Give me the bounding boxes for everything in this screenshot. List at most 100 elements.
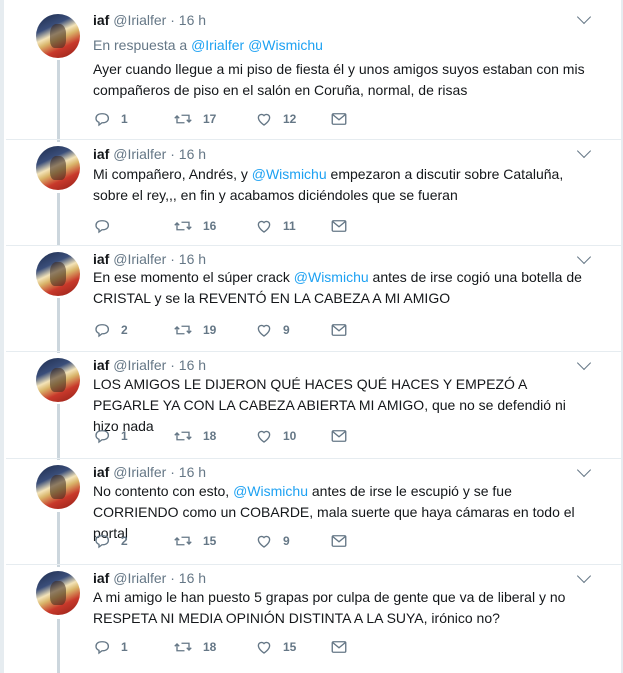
author-handle[interactable]: @Irialfer <box>113 570 166 586</box>
heart-icon <box>257 220 271 233</box>
tweet-text-content: LOS AMIGOS LE DIJERON QUÉ HACES QUÉ HACE… <box>93 376 566 434</box>
author-name[interactable]: iaf <box>93 464 109 480</box>
heart-icon <box>257 641 271 654</box>
avatar[interactable] <box>36 146 80 190</box>
retweet-button[interactable]: 18 <box>173 638 216 656</box>
envelope-icon <box>331 220 347 232</box>
like-button[interactable]: 9 <box>255 321 290 339</box>
envelope-icon <box>331 324 347 336</box>
direct-message-button[interactable] <box>330 427 348 445</box>
chevron-down-icon[interactable] <box>576 462 592 478</box>
chevron-down-icon[interactable] <box>576 249 592 265</box>
like-button[interactable]: 11 <box>255 217 296 235</box>
like-count: 11 <box>283 219 296 233</box>
direct-message-button[interactable] <box>330 532 348 550</box>
tweet-text-content: Ayer cuando llegue a mi piso de fiesta é… <box>93 61 585 98</box>
retweet-count: 19 <box>203 323 217 337</box>
avatar[interactable] <box>36 252 80 296</box>
chevron-down-icon[interactable] <box>576 355 592 371</box>
retweet-icon <box>174 431 192 441</box>
tweet-timestamp[interactable]: 16 h <box>179 357 206 373</box>
direct-message-button[interactable] <box>330 638 348 656</box>
reply-button[interactable] <box>93 217 121 235</box>
chevron-down-icon[interactable] <box>576 9 592 25</box>
reply-context: En respuesta a @Irialfer @Wismichu <box>93 37 323 53</box>
tweet[interactable]: iaf @Irialfer · 16 h En ese momento el s… <box>0 246 623 352</box>
reply-count: 2 <box>121 534 128 548</box>
tweet[interactable]: iaf @Irialfer · 16 h LOS AMIGOS LE DIJER… <box>0 352 623 459</box>
like-button[interactable]: 9 <box>255 532 290 550</box>
like-button[interactable]: 10 <box>255 427 296 445</box>
tweet[interactable]: iaf @Irialfer · 16 h No contento con est… <box>0 459 623 565</box>
envelope-icon <box>331 641 347 653</box>
like-button[interactable]: 15 <box>255 638 296 656</box>
heart-icon <box>257 535 271 548</box>
tweet-timestamp[interactable]: 16 h <box>179 570 206 586</box>
reply-button[interactable]: 1 <box>93 110 128 128</box>
heart-icon <box>257 324 271 337</box>
direct-message-button[interactable] <box>330 217 348 235</box>
author-handle[interactable]: @Irialfer <box>113 146 166 162</box>
retweet-button[interactable]: 17 <box>173 110 216 128</box>
tweet-text-content: No contento con esto, <box>93 483 234 499</box>
reply-context-label: En respuesta a <box>93 37 188 53</box>
tweet-text-content: En ese momento el súper crack <box>93 269 294 285</box>
reply-mention[interactable]: @Irialfer <box>191 37 244 53</box>
author-name[interactable]: iaf <box>93 251 109 267</box>
reply-button[interactable]: 1 <box>93 638 128 656</box>
author-name[interactable]: iaf <box>93 12 109 28</box>
tweet-header: iaf @Irialfer · 16 h <box>93 12 207 28</box>
retweet-button[interactable]: 15 <box>173 532 216 550</box>
reply-button[interactable]: 1 <box>93 427 128 445</box>
like-count: 12 <box>283 112 297 126</box>
tweet-header: iaf @Irialfer · 16 h <box>93 146 207 162</box>
reply-button[interactable]: 2 <box>93 321 128 339</box>
retweet-count: 16 <box>203 219 217 233</box>
tweet-mention[interactable]: @Wismichu <box>252 166 327 182</box>
direct-message-button[interactable] <box>330 110 348 128</box>
author-name[interactable]: iaf <box>93 570 109 586</box>
tweet[interactable]: iaf @Irialfer · 16 h A mi amigo le han p… <box>0 565 623 673</box>
tweet-text: Mi compañero, Andrés, y @Wismichu empeza… <box>93 164 593 206</box>
retweet-count: 15 <box>203 534 217 548</box>
tweet-header: iaf @Irialfer · 16 h <box>93 251 207 267</box>
retweet-count: 18 <box>203 429 217 443</box>
tweet-timestamp[interactable]: 16 h <box>179 12 206 28</box>
tweet-text: En ese momento el súper crack @Wismichu … <box>93 267 593 309</box>
retweet-icon <box>174 221 192 231</box>
reply-mention[interactable]: @Wismichu <box>248 37 323 53</box>
retweet-button[interactable]: 18 <box>173 427 216 445</box>
tweet-timestamp[interactable]: 16 h <box>179 251 206 267</box>
like-button[interactable]: 12 <box>255 110 296 128</box>
tweet-timestamp[interactable]: 16 h <box>179 146 206 162</box>
author-name[interactable]: iaf <box>93 357 109 373</box>
tweet[interactable]: iaf @Irialfer · 16 h En respuesta a @Iri… <box>0 0 623 140</box>
avatar[interactable] <box>36 358 80 402</box>
retweet-button[interactable]: 19 <box>173 321 216 339</box>
author-handle[interactable]: @Irialfer <box>113 12 166 28</box>
author-handle[interactable]: @Irialfer <box>113 251 166 267</box>
retweet-icon <box>174 642 192 652</box>
tweet-text-content: Mi compañero, Andrés, y <box>93 166 252 182</box>
direct-message-button[interactable] <box>330 321 348 339</box>
envelope-icon <box>331 430 347 442</box>
tweet-mention[interactable]: @Wismichu <box>233 483 308 499</box>
tweet-text: A mi amigo le han puesto 5 grapas por cu… <box>93 587 593 629</box>
envelope-icon <box>331 535 347 547</box>
tweet-mention[interactable]: @Wismichu <box>294 269 369 285</box>
like-count: 9 <box>283 323 290 337</box>
avatar[interactable] <box>36 465 80 509</box>
tweet-timestamp[interactable]: 16 h <box>179 464 206 480</box>
tweet[interactable]: iaf @Irialfer · 16 h Mi compañero, André… <box>0 140 623 246</box>
author-name[interactable]: iaf <box>93 146 109 162</box>
avatar[interactable] <box>36 571 80 615</box>
reply-button[interactable]: 2 <box>93 532 128 550</box>
avatar[interactable] <box>36 14 80 58</box>
like-count: 10 <box>283 429 297 443</box>
tweet-text: Ayer cuando llegue a mi piso de fiesta é… <box>93 59 593 101</box>
chevron-down-icon[interactable] <box>576 143 592 159</box>
author-handle[interactable]: @Irialfer <box>113 357 166 373</box>
chevron-down-icon[interactable] <box>576 568 592 584</box>
retweet-button[interactable]: 16 <box>173 217 216 235</box>
author-handle[interactable]: @Irialfer <box>113 464 166 480</box>
